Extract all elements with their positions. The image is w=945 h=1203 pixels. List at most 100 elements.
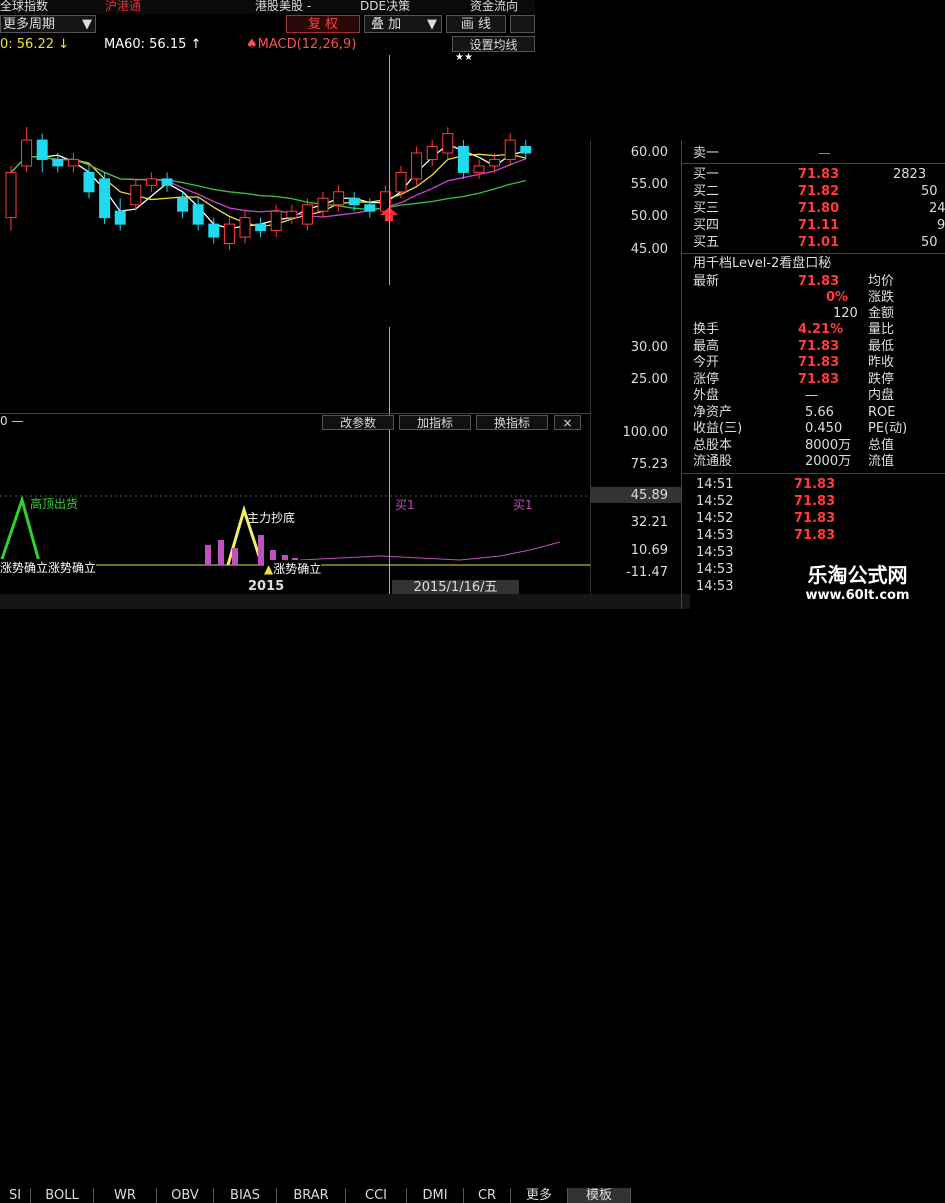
- buy3-label: 买三: [693, 201, 720, 216]
- quote-row-label2: 总值: [868, 437, 895, 453]
- tick-price: 71.83: [794, 494, 836, 509]
- tick-price: 71.83: [794, 528, 836, 543]
- quote-row-value: 71.83: [798, 371, 840, 387]
- candle: [145, 172, 157, 192]
- flag-icon: ♠: [246, 37, 258, 52]
- buy4-price: 71.11: [798, 218, 840, 233]
- candle: [333, 185, 345, 212]
- chevron-down-icon: ▼: [82, 17, 92, 32]
- buy5-vol: 50: [921, 235, 938, 250]
- quote-row-label: 换手: [693, 322, 720, 337]
- buy-row[interactable]: 买一 71.83 2823: [693, 167, 926, 183]
- buy5-label: 买五: [693, 235, 720, 250]
- axis-divider: [590, 140, 591, 595]
- quote-row-label2: ROE: [868, 404, 896, 420]
- tab-si[interactable]: SI: [0, 1188, 31, 1203]
- quote-row-label: 总股本: [693, 437, 733, 453]
- macd-text: MACD(12,26,9): [257, 37, 357, 52]
- change-params-button[interactable]: 改参数: [322, 415, 394, 430]
- fuquan-button[interactable]: 复 权: [286, 15, 360, 33]
- year-label: 2015: [248, 579, 285, 594]
- tab-bias[interactable]: BIAS: [214, 1188, 277, 1203]
- buy-row[interactable]: 买三 71.80 24: [693, 201, 945, 217]
- menu-dde[interactable]: DDE决策: [360, 0, 410, 14]
- candle: [411, 146, 423, 186]
- quote-row-value: 71.83: [798, 355, 840, 370]
- price-tick: 25.00: [630, 372, 668, 387]
- tab-dmi[interactable]: DMI: [407, 1188, 464, 1203]
- buy3-vol: 24: [929, 201, 945, 216]
- indicator-bar: [205, 545, 211, 565]
- indicator-divider: [0, 413, 590, 414]
- quote-row-label: 最高: [693, 338, 720, 354]
- buy4-label: 买四: [693, 218, 720, 233]
- latest-label: 最新: [693, 274, 720, 289]
- quote-row-value: 4.21%: [798, 322, 844, 337]
- candle: [161, 172, 173, 192]
- tab-obv[interactable]: OBV: [157, 1188, 214, 1203]
- price-tick: 60.00: [630, 145, 668, 160]
- buy-row[interactable]: 买五 71.01 50: [693, 235, 938, 251]
- candle: [395, 165, 407, 199]
- quote-row-label2: 量比: [868, 322, 895, 337]
- indicator-chart[interactable]: [0, 430, 590, 580]
- candle: [255, 217, 267, 238]
- indicator-tick: 100.00: [622, 425, 669, 440]
- candle: [426, 140, 438, 166]
- switch-indicator-button[interactable]: 换指标: [476, 415, 548, 430]
- tab-cr[interactable]: CR: [464, 1188, 511, 1203]
- tab-wr[interactable]: WR: [94, 1188, 157, 1203]
- candle: [504, 133, 516, 166]
- more-button[interactable]: [510, 15, 535, 33]
- quote-row-label: 今开: [693, 355, 720, 370]
- quote-row-label: 外盘: [693, 388, 720, 403]
- candle: [457, 140, 469, 179]
- quote-row-value: 5.66: [805, 404, 834, 420]
- kline-chart[interactable]: [0, 55, 590, 415]
- buy1-price: 71.83: [798, 167, 840, 182]
- overlay-button[interactable]: 叠 加 ▼: [364, 15, 442, 33]
- trend-3-text: 涨势确立: [273, 562, 322, 576]
- tick-time: 14:52: [696, 511, 734, 526]
- tick-time: 14:53: [696, 562, 734, 577]
- tab-template[interactable]: 模板: [568, 1188, 631, 1203]
- quote-row-label2: 流值: [868, 454, 895, 469]
- quote-row: 净资产 5.66 ROE: [693, 405, 895, 421]
- set-ma-button[interactable]: 设置均线: [452, 36, 535, 52]
- menu-capital-flow[interactable]: 资金流向: [470, 0, 518, 14]
- quote-row: 收益(三) 0.450 PE(动): [693, 421, 907, 437]
- menu-hk-us-stocks[interactable]: 港股美股 -: [255, 0, 311, 14]
- menu-global-index[interactable]: 全球指数: [0, 0, 48, 14]
- draw-line-button[interactable]: 画 线: [446, 15, 506, 33]
- tick-time: 14:51: [696, 477, 734, 492]
- indicator-tabs: SI BOLL WR OBV BIAS BRAR CCI DMI CR 更多 模…: [0, 594, 690, 1203]
- tab-more[interactable]: 更多: [511, 1188, 568, 1203]
- quote-row-label2: PE(动): [868, 421, 908, 436]
- candle: [442, 127, 454, 160]
- close-icon[interactable]: ×: [554, 415, 581, 430]
- quote-row: 最高 71.83 最低: [693, 338, 894, 355]
- price-tick: 50.00: [630, 209, 668, 224]
- indicator-bar: [218, 540, 224, 565]
- level2-link[interactable]: 用千档Level-2看盘口秘: [693, 256, 831, 272]
- buy2-vol: 50: [921, 184, 938, 199]
- buy2-price: 71.82: [798, 184, 840, 199]
- tick-time: 14:53: [696, 579, 734, 594]
- tick-time: 14:52: [696, 494, 734, 509]
- menu-shhk-connect[interactable]: 沪港通: [105, 0, 141, 14]
- candle: [286, 204, 298, 225]
- add-indicator-button[interactable]: 加指标: [399, 415, 471, 430]
- tab-cci[interactable]: CCI: [346, 1188, 407, 1203]
- triangle-up-icon: ▲: [264, 562, 274, 576]
- period-select[interactable]: 更多周期 ▼: [0, 15, 96, 33]
- macd-label: ♠MACD(12,26,9): [246, 37, 356, 52]
- quote-row-value: 71.83: [798, 338, 840, 354]
- buy3-price: 71.80: [798, 201, 840, 216]
- buy-row[interactable]: 买四 71.11 9: [693, 218, 945, 234]
- candle: [21, 127, 33, 173]
- signal-bottom: 主力抄底: [247, 511, 296, 525]
- quote-row: 换手 4.21% 量比: [693, 322, 894, 338]
- buy-row[interactable]: 买二 71.82 50: [693, 184, 938, 200]
- tab-brar[interactable]: BRAR: [277, 1188, 346, 1203]
- tab-boll[interactable]: BOLL: [31, 1188, 94, 1203]
